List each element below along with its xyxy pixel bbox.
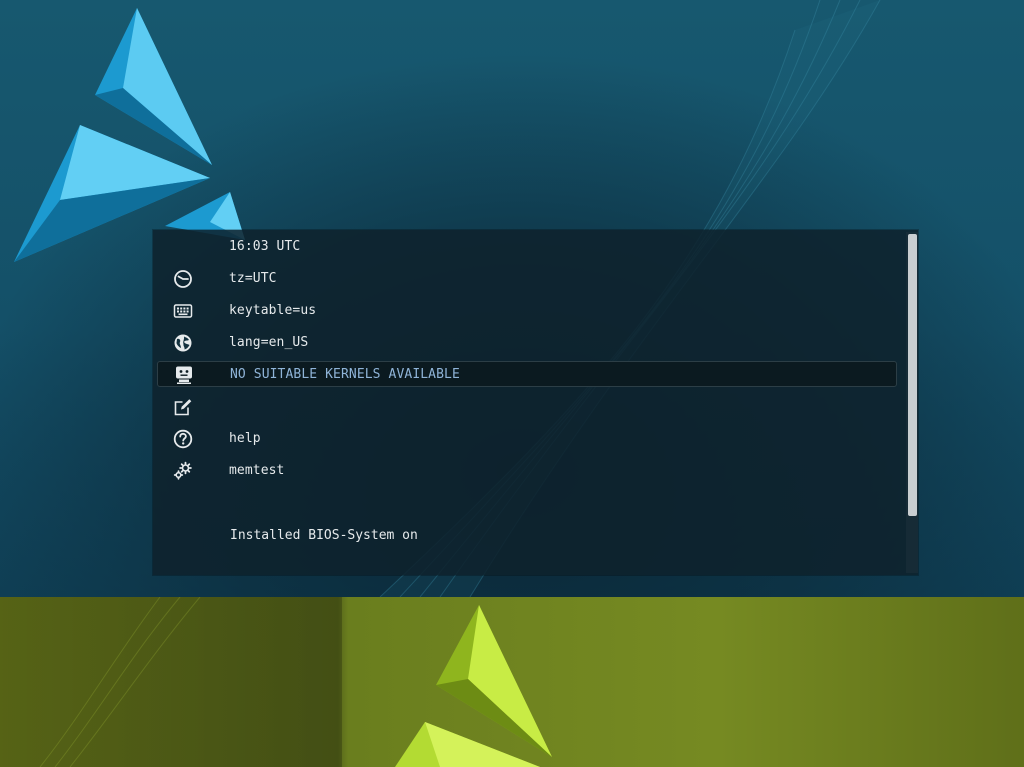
menu-item-timezone[interactable]: tz=UTC xyxy=(157,266,897,292)
menu-item-label: lang=en_US xyxy=(229,335,309,350)
menu-item-time[interactable]: 16:03 UTC xyxy=(157,234,897,260)
logo-green-icon xyxy=(39,597,552,767)
menu-item-edit[interactable] xyxy=(157,394,897,420)
boot-menu-panel: 16:03 UTC tz=UTC keytable=us lang=en_US xyxy=(153,230,918,575)
monitor-face-icon xyxy=(176,366,192,384)
menu-item-help[interactable]: help xyxy=(157,426,897,452)
desktop-background-bottom xyxy=(0,597,1024,767)
menu-item-language[interactable]: lang=en_US xyxy=(157,330,897,356)
menu-item-memtest[interactable]: memtest xyxy=(157,458,897,484)
menu-item-label: NO SUITABLE KERNELS AVAILABLE xyxy=(230,367,460,382)
clock-icon xyxy=(174,270,192,288)
globe-icon xyxy=(174,334,192,352)
scrollbar-thumb[interactable] xyxy=(908,234,917,516)
menu-item-label: tz=UTC xyxy=(229,271,277,286)
edit-icon xyxy=(174,399,192,416)
help-icon xyxy=(173,429,193,449)
menu-item-label: memtest xyxy=(229,463,285,478)
scrollbar[interactable] xyxy=(906,232,918,573)
gears-icon xyxy=(173,461,192,480)
menu-item-label: keytable=us xyxy=(229,303,317,318)
menu-item-keytable[interactable]: keytable=us xyxy=(157,298,897,324)
menu-item-kernel-selected[interactable]: NO SUITABLE KERNELS AVAILABLE xyxy=(157,361,897,387)
menu-item-label: 16:03 UTC xyxy=(229,239,301,254)
installed-system-text: Installed BIOS-System on xyxy=(230,528,418,543)
keyboard-icon xyxy=(173,304,193,318)
menu-item-label: help xyxy=(229,431,261,446)
